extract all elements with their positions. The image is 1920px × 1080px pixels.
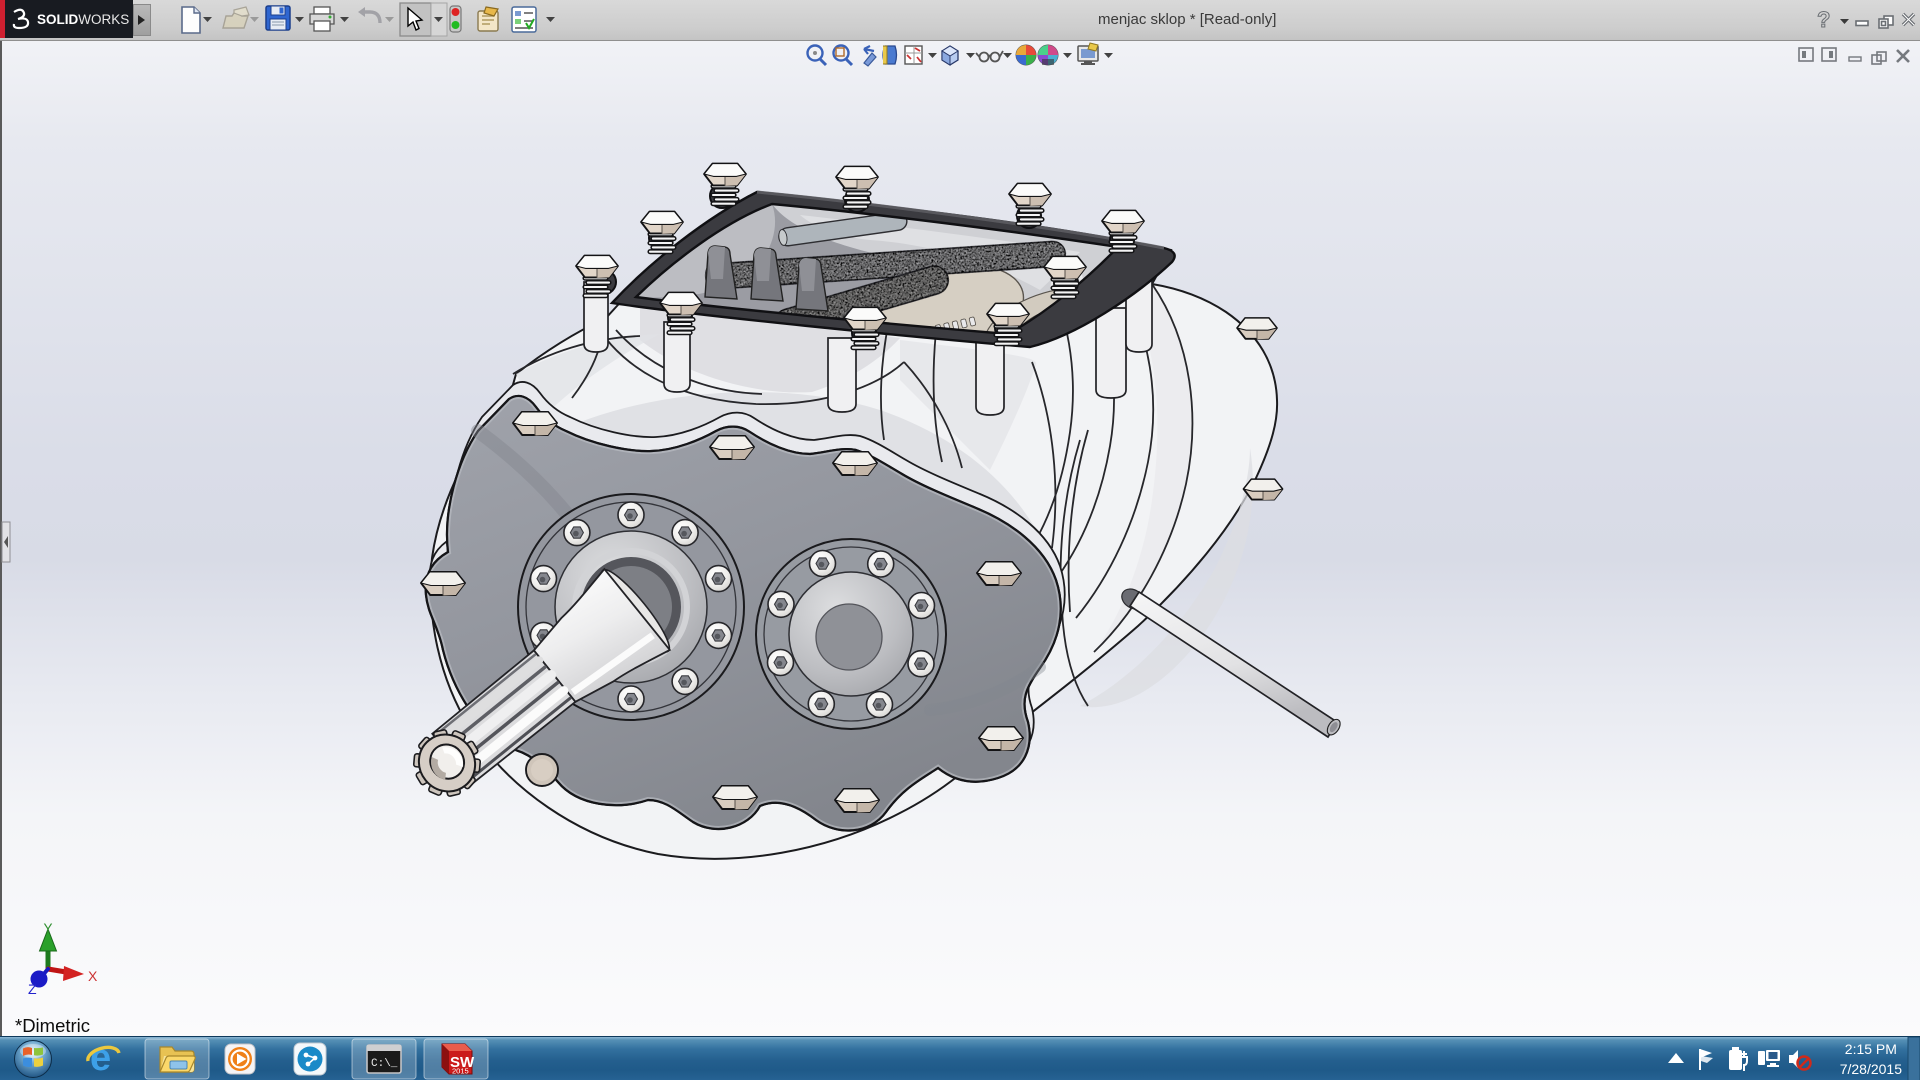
svg-text:Z: Z	[28, 981, 37, 997]
svg-text:2015: 2015	[452, 1067, 469, 1076]
svg-text:e: e	[90, 1037, 111, 1079]
svg-text:Y: Y	[44, 921, 53, 936]
svg-text:X: X	[88, 968, 98, 984]
svg-text:?: ?	[1817, 7, 1830, 32]
svg-text:C:\_: C:\_	[371, 1058, 398, 1070]
svg-text:*Dimetric: *Dimetric	[15, 1015, 90, 1036]
